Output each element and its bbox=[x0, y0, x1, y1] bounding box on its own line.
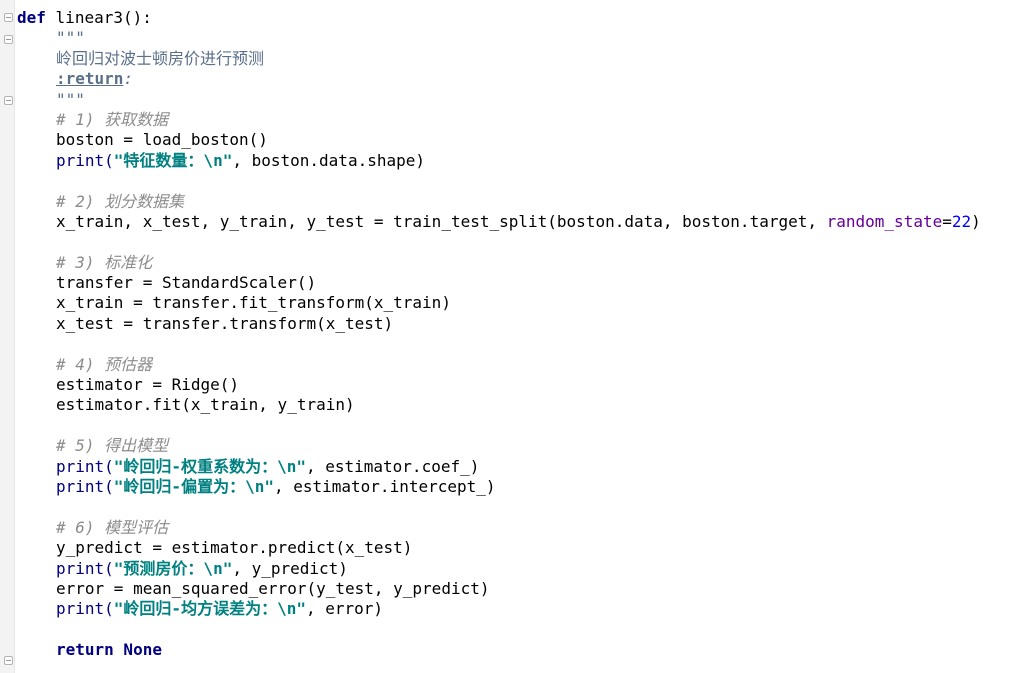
statement: , estimator.intercept_) bbox=[273, 476, 496, 496]
string-literal: "预测房价：\n" bbox=[113, 558, 233, 578]
fold-docstring-end-icon[interactable] bbox=[4, 96, 13, 105]
code-line: print("预测房价：\n", y_predict) bbox=[17, 559, 981, 579]
editor-gutter bbox=[0, 0, 15, 673]
code-line: x_train = transfer.fit_transform(x_train… bbox=[17, 293, 981, 313]
code-line: # 4) 预估器 bbox=[17, 355, 981, 375]
comment: # 5) 得出模型 bbox=[56, 436, 169, 456]
statement: estimator.fit(x_train, y_train) bbox=[56, 395, 355, 415]
docstring-open: """ bbox=[56, 28, 85, 48]
string-literal: "岭回归-偏置为：\n" bbox=[113, 476, 274, 496]
builtin-print: print( bbox=[56, 599, 114, 619]
builtin-print: print( bbox=[56, 558, 114, 578]
code-line: return None bbox=[17, 640, 981, 660]
docstring-return-tag: :return bbox=[56, 69, 124, 89]
code-line: :return: bbox=[17, 69, 981, 89]
statement: transfer = StandardScaler() bbox=[56, 273, 317, 293]
comment: # 2) 划分数据集 bbox=[56, 191, 185, 211]
comment: # 6) 模型评估 bbox=[56, 517, 169, 537]
code-line: print("岭回归-偏置为：\n", estimator.intercept_… bbox=[17, 477, 981, 497]
code-line: # 1) 获取数据 bbox=[17, 110, 981, 130]
code-line: # 3) 标准化 bbox=[17, 253, 981, 273]
builtin-print: print( bbox=[56, 476, 114, 496]
statement: , error) bbox=[305, 599, 384, 619]
keyword-argument: random_state bbox=[826, 211, 943, 231]
code-line: def linear3(): bbox=[17, 8, 981, 28]
statement: , estimator.coef_) bbox=[305, 456, 480, 476]
statement: y_predict = estimator.predict(x_test) bbox=[56, 538, 413, 558]
code-line: x_test = transfer.transform(x_test) bbox=[17, 314, 981, 334]
docstring-close: """ bbox=[56, 89, 85, 109]
fold-docstring-icon[interactable] bbox=[4, 35, 13, 44]
code-line: estimator = Ridge() bbox=[17, 375, 981, 395]
statement: , y_predict) bbox=[232, 558, 348, 578]
comment: # 3) 标准化 bbox=[56, 252, 153, 272]
operator: = bbox=[942, 211, 952, 231]
string-literal: "特征数量：\n" bbox=[113, 150, 233, 170]
number-literal: 22 bbox=[951, 211, 972, 231]
code-line: # 6) 模型评估 bbox=[17, 518, 981, 538]
statement: x_test = transfer.transform(x_test) bbox=[56, 313, 394, 333]
code-line: y_predict = estimator.predict(x_test) bbox=[17, 538, 981, 558]
builtin-print: print( bbox=[56, 456, 114, 476]
statement: x_train = transfer.fit_transform(x_train… bbox=[56, 293, 451, 313]
keyword-return: return None bbox=[56, 640, 162, 660]
code-editor[interactable]: def linear3(): """ 岭回归对波士顿房价进行预测 :return… bbox=[17, 8, 981, 661]
code-line: # 2) 划分数据集 bbox=[17, 192, 981, 212]
code-line: # 5) 得出模型 bbox=[17, 436, 981, 456]
code-line: print("特征数量：\n", boston.data.shape) bbox=[17, 151, 981, 171]
code-line: print("岭回归-权重系数为：\n", estimator.coef_) bbox=[17, 457, 981, 477]
comment: # 1) 获取数据 bbox=[56, 109, 169, 129]
paren: ) bbox=[971, 211, 981, 231]
statement: error = mean_squared_error(y_test, y_pre… bbox=[56, 578, 490, 598]
fold-function-icon[interactable] bbox=[4, 13, 13, 22]
statement: , boston.data.shape) bbox=[232, 150, 425, 170]
code-line: transfer = StandardScaler() bbox=[17, 273, 981, 293]
comment: # 4) 预估器 bbox=[56, 354, 153, 374]
docstring-return-colon: : bbox=[123, 69, 134, 89]
builtin-print: print( bbox=[56, 150, 114, 170]
statement: boston = load_boston() bbox=[56, 130, 268, 150]
string-literal: "岭回归-均方误差为：\n" bbox=[113, 599, 306, 619]
code-line: boston = load_boston() bbox=[17, 130, 981, 150]
function-signature: linear3(): bbox=[55, 8, 152, 27]
docstring-text: 岭回归对波士顿房价进行预测 bbox=[56, 48, 265, 68]
statement: x_train, x_test, y_train, y_test = train… bbox=[56, 211, 827, 231]
code-line: x_train, x_test, y_train, y_test = train… bbox=[17, 212, 981, 232]
code-line: estimator.fit(x_train, y_train) bbox=[17, 395, 981, 415]
code-line: print("岭回归-均方误差为：\n", error) bbox=[17, 599, 981, 619]
code-line: 岭回归对波士顿房价进行预测 bbox=[17, 49, 981, 69]
statement: estimator = Ridge() bbox=[56, 375, 240, 395]
code-line: """ bbox=[17, 90, 981, 110]
string-literal: "岭回归-权重系数为：\n" bbox=[113, 456, 306, 476]
code-line: """ bbox=[17, 28, 981, 48]
keyword-def: def bbox=[17, 8, 46, 27]
fold-function-end-icon[interactable] bbox=[4, 656, 13, 665]
code-line: error = mean_squared_error(y_test, y_pre… bbox=[17, 579, 981, 599]
